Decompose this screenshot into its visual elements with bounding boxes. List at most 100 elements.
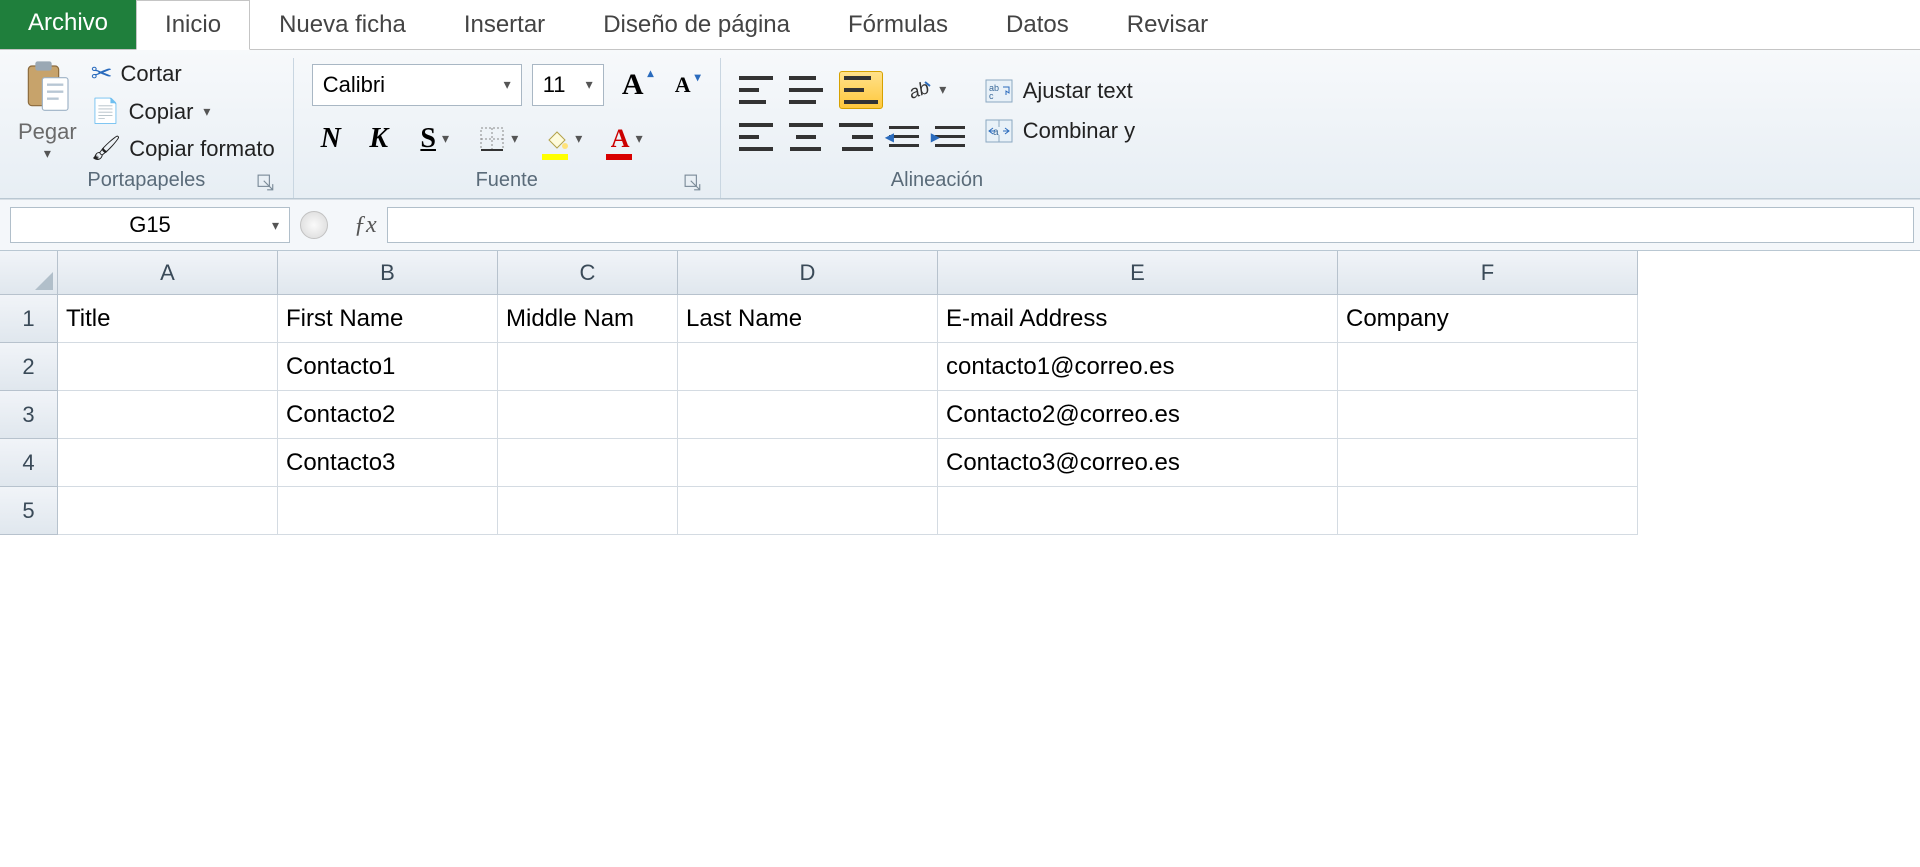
cell[interactable]: Middle Nam	[498, 295, 678, 343]
italic-icon: K	[369, 123, 388, 155]
tab-formulas[interactable]: Fórmulas	[819, 0, 977, 49]
font-size-combo[interactable]: 11 ▾	[532, 64, 604, 106]
cell[interactable]	[678, 487, 938, 535]
align-middle-button[interactable]	[789, 76, 823, 104]
tab-new-sheet[interactable]: Nueva ficha	[250, 0, 435, 49]
grow-font-icon: A	[622, 68, 644, 102]
copy-button[interactable]: Copiar ▾	[91, 97, 275, 126]
cell[interactable]	[58, 391, 278, 439]
cell[interactable]: Company	[1338, 295, 1638, 343]
decrease-indent-button[interactable]	[889, 124, 919, 150]
bold-icon: N	[321, 123, 341, 155]
tab-review[interactable]: Revisar	[1098, 0, 1237, 49]
cell[interactable]: contacto1@correo.es	[938, 343, 1338, 391]
cell[interactable]	[278, 487, 498, 535]
name-box[interactable]: G15 ▾	[10, 207, 290, 243]
borders-button[interactable]: ▾	[472, 120, 526, 158]
paste-dropdown-icon[interactable]: ▾	[44, 145, 51, 162]
row-header[interactable]: 3	[0, 391, 58, 439]
cell[interactable]	[498, 439, 678, 487]
tab-page-layout[interactable]: Diseño de página	[574, 0, 819, 49]
cell[interactable]	[58, 487, 278, 535]
column-header[interactable]: F	[1338, 251, 1638, 295]
cell[interactable]: Contacto3@correo.es	[938, 439, 1338, 487]
merge-icon: a	[985, 119, 1013, 143]
align-center-button[interactable]	[789, 123, 823, 151]
italic-button[interactable]: K	[360, 120, 398, 158]
cell[interactable]: Contacto3	[278, 439, 498, 487]
underline-button[interactable]: S▾	[408, 120, 462, 158]
bold-button[interactable]: N	[312, 120, 350, 158]
column-header[interactable]: B	[278, 251, 498, 295]
cell[interactable]	[1338, 391, 1638, 439]
align-left-button[interactable]	[739, 123, 773, 151]
align-right-button[interactable]	[839, 123, 873, 151]
cell[interactable]	[678, 343, 938, 391]
cell[interactable]	[678, 391, 938, 439]
fill-color-button[interactable]: ▾	[536, 120, 590, 158]
clipboard-launcher-icon[interactable]	[257, 174, 275, 192]
merge-center-button[interactable]: a Combinar y	[985, 118, 1135, 144]
cell[interactable]	[58, 343, 278, 391]
tab-file[interactable]: Archivo	[0, 0, 136, 49]
table-row: Contacto2 Contacto2@correo.es	[58, 391, 1920, 439]
cell[interactable]	[1338, 439, 1638, 487]
tab-home[interactable]: Inicio	[136, 0, 250, 50]
spreadsheet-grid: 1 2 3 4 5 A B C D E F Title First Name M…	[0, 251, 1920, 535]
cell[interactable]	[1338, 343, 1638, 391]
group-clipboard: Pegar ▾ Cortar Copiar ▾ Copiar formato	[10, 58, 294, 198]
ribbon-tabs: Archivo Inicio Nueva ficha Insertar Dise…	[0, 0, 1920, 50]
cell[interactable]	[498, 487, 678, 535]
cell[interactable]: E-mail Address	[938, 295, 1338, 343]
cell[interactable]: Contacto2@correo.es	[938, 391, 1338, 439]
group-font: Calibri ▾ 11 ▾ A A N K S▾	[304, 58, 721, 198]
font-color-swatch	[606, 154, 632, 160]
cell[interactable]	[58, 439, 278, 487]
copy-label: Copiar	[129, 99, 194, 125]
cell[interactable]	[938, 487, 1338, 535]
paste-button[interactable]: Pegar	[18, 119, 77, 145]
select-all-corner[interactable]	[0, 251, 58, 295]
cell[interactable]: Contacto2	[278, 391, 498, 439]
increase-indent-button[interactable]	[935, 124, 965, 150]
paste-icon	[19, 59, 75, 115]
cell[interactable]	[678, 439, 938, 487]
table-row: Contacto1 contacto1@correo.es	[58, 343, 1920, 391]
cell[interactable]: Last Name	[678, 295, 938, 343]
chevron-down-icon: ▾	[575, 130, 582, 147]
cut-label: Cortar	[121, 61, 182, 87]
column-header[interactable]: A	[58, 251, 278, 295]
column-header[interactable]: C	[498, 251, 678, 295]
tab-data[interactable]: Datos	[977, 0, 1098, 49]
row-header[interactable]: 5	[0, 487, 58, 535]
font-name-combo[interactable]: Calibri ▾	[312, 64, 522, 106]
wrap-text-button[interactable]: abc Ajustar text	[985, 78, 1135, 104]
font-color-button[interactable]: A ▾	[600, 120, 654, 158]
name-box-value: G15	[129, 212, 171, 238]
align-top-button[interactable]	[739, 76, 773, 104]
cell[interactable]	[498, 343, 678, 391]
formula-input[interactable]	[387, 207, 1914, 243]
row-header[interactable]: 2	[0, 343, 58, 391]
align-bottom-button[interactable]	[839, 71, 883, 109]
row-header[interactable]: 4	[0, 439, 58, 487]
tab-insert[interactable]: Insertar	[435, 0, 574, 49]
grow-font-button[interactable]: A	[614, 66, 652, 104]
cell[interactable]: Contacto1	[278, 343, 498, 391]
shrink-font-button[interactable]: A	[664, 66, 702, 104]
fx-icon[interactable]: ƒx	[354, 212, 377, 239]
cell[interactable]	[498, 391, 678, 439]
chevron-down-icon: ▾	[504, 76, 511, 93]
column-header[interactable]: E	[938, 251, 1338, 295]
svg-text:c: c	[989, 91, 994, 101]
cell[interactable]	[1338, 487, 1638, 535]
column-header[interactable]: D	[678, 251, 938, 295]
orientation-button[interactable]: ab ▾	[899, 71, 953, 109]
format-painter-button[interactable]: Copiar formato	[91, 134, 275, 163]
cut-button[interactable]: Cortar	[91, 58, 275, 89]
row-header[interactable]: 1	[0, 295, 58, 343]
cell[interactable]: Title	[58, 295, 278, 343]
cell[interactable]: First Name	[278, 295, 498, 343]
font-launcher-icon[interactable]	[684, 174, 702, 192]
wrap-text-icon: abc	[985, 79, 1013, 103]
